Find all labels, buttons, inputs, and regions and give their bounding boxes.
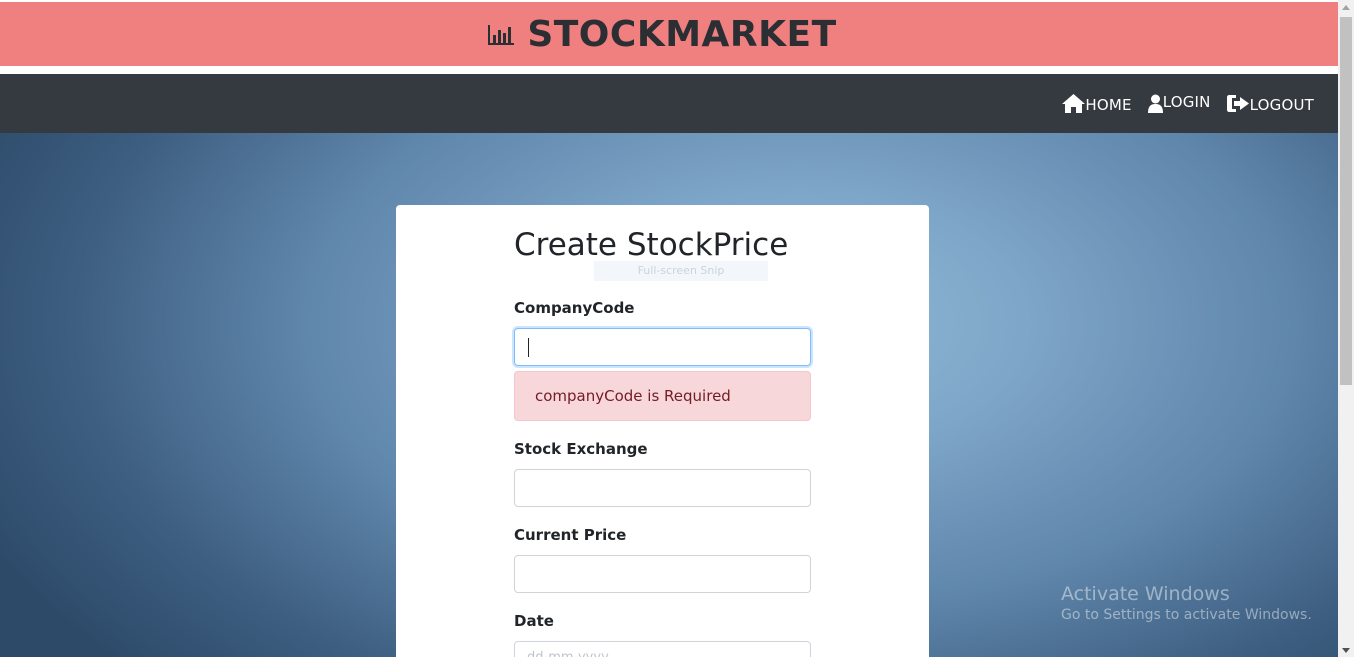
current-price-label: Current Price [514,526,627,544]
form-card: Create StockPrice Full-screen Snip Compa… [396,205,929,657]
scroll-down-arrow-icon[interactable] [1342,648,1350,653]
text-caret [528,338,529,357]
company-code-label: CompanyCode [514,299,635,317]
nav-login-label: LOGIN [1162,93,1211,111]
scroll-up-arrow-icon[interactable] [1342,5,1350,10]
date-label: Date [514,612,554,630]
activate-windows-watermark: Activate Windows Go to Settings to activ… [1061,583,1312,623]
date-input[interactable]: dd-mm-yyyy [514,641,811,657]
navbar: HOME LOGIN LOGOUT [0,74,1338,133]
home-icon [1062,94,1086,113]
stock-exchange-label: Stock Exchange [514,440,648,458]
date-placeholder: dd-mm-yyyy [527,650,609,657]
watermark-subtitle: Go to Settings to activate Windows. [1061,607,1312,623]
snip-overlay: Full-screen Snip [594,261,768,281]
nav-logout-link[interactable]: LOGOUT [1226,93,1314,114]
nav-login-link[interactable]: LOGIN [1147,93,1211,113]
user-icon [1147,94,1163,113]
page-title: Create StockPrice [514,227,789,263]
page: STOCKMARKET HOME LOGIN LOGOUT Create Sto… [0,0,1338,657]
nav-home-link[interactable]: HOME [1062,93,1131,114]
scrollbar-thumb[interactable] [1340,17,1352,385]
company-code-input[interactable] [514,328,811,366]
nav-logout-label: LOGOUT [1249,96,1314,114]
sign-out-icon [1226,94,1250,113]
nav-links: HOME LOGIN LOGOUT [1062,74,1314,133]
current-price-input[interactable] [514,555,811,593]
top-banner: STOCKMARKET [0,2,1338,66]
bar-chart-icon [487,23,515,45]
watermark-title: Activate Windows [1061,583,1230,605]
vertical-scrollbar[interactable] [1338,0,1354,657]
company-code-error: companyCode is Required [514,371,811,421]
brand[interactable]: STOCKMARKET [487,14,836,55]
stock-exchange-input[interactable] [514,469,811,507]
brand-title: STOCKMARKET [527,13,837,55]
nav-home-label: HOME [1085,96,1132,114]
